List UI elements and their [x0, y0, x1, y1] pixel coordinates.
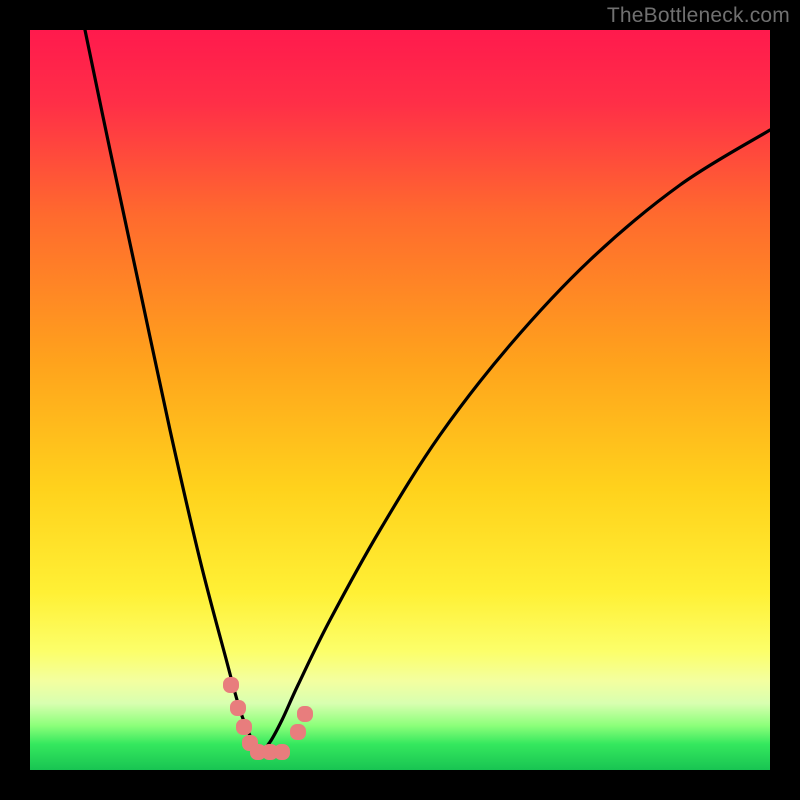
marker-dot: [236, 719, 252, 735]
bottleneck-curve: [85, 30, 770, 752]
curve-layer: [30, 30, 770, 770]
marker-dot: [223, 677, 239, 693]
marker-dot: [274, 744, 290, 760]
chart-frame: TheBottleneck.com: [0, 0, 800, 800]
watermark-text: TheBottleneck.com: [607, 4, 790, 28]
marker-dot: [230, 700, 246, 716]
highlight-markers: [223, 677, 313, 760]
marker-dot: [290, 724, 306, 740]
plot-area: [30, 30, 770, 770]
marker-dot: [297, 706, 313, 722]
